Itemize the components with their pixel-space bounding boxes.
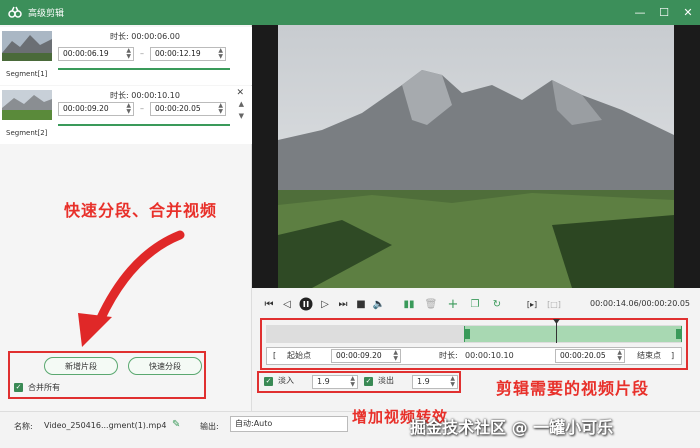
maximize-icon[interactable]: ☐: [652, 0, 676, 25]
add-icon[interactable]: +: [446, 295, 460, 313]
skip-end-icon[interactable]: ⏭: [336, 295, 350, 313]
range-controls: [ 起始点 00:00:09.20 ▲ ▼ 时长: 00:00:10.10 00:0…: [266, 347, 682, 365]
edit-icon[interactable]: ✎: [172, 419, 180, 430]
fade-in-label: 淡入: [278, 376, 294, 385]
split-icon[interactable]: ▮▮: [402, 295, 416, 313]
title-bar: 高级剪辑 — ☐ ✕: [0, 0, 700, 25]
segment-duration: 时长: 00:00:06.00: [110, 32, 180, 41]
start-point-button[interactable]: 起始点: [287, 348, 311, 364]
segment-item-1[interactable]: Segment[1] 时长: 00:00:06.00 00:00:06.19 ▲ ▼…: [0, 27, 252, 85]
timeline-selection[interactable]: [464, 326, 682, 342]
fade-in-checkbox[interactable]: ✓: [264, 377, 273, 386]
minimize-icon[interactable]: —: [628, 0, 652, 25]
app-logo-icon: [6, 4, 24, 22]
add-segment-button[interactable]: 新增片段: [44, 357, 118, 375]
segment-start-input[interactable]: 00:00:06.19 ▲ ▼: [58, 47, 134, 61]
step-forward-icon[interactable]: ▷: [318, 295, 332, 313]
video-preview[interactable]: [252, 25, 700, 288]
segment-duration: 时长: 00:00:10.10: [110, 91, 180, 100]
segment-item-2[interactable]: Segment[2] 时长: 00:00:10.10 00:00:09.20 ▲ ▼…: [0, 86, 252, 144]
mark-out-icon[interactable]: [□]: [546, 295, 562, 313]
close-icon[interactable]: ✕: [236, 88, 244, 98]
player-controls: ⏮ ◁ ▷ ⏭ ■ 🔈 ▮▮ 🗑 + ❐ ↻ [▸] [□] 00:00:14.…: [252, 295, 700, 313]
selection-end-handle[interactable]: [676, 329, 682, 339]
segment-label: Segment[2]: [6, 129, 48, 137]
bottom-bar: 名称: Video_250416...gment(1).mp4 ✎ 输出: 自动…: [0, 408, 700, 448]
segment-thumbnail: [2, 90, 52, 120]
timeline-track[interactable]: [266, 319, 682, 343]
window-title: 高级剪辑: [28, 9, 65, 19]
range-duration-label: 时长:: [439, 351, 458, 360]
stop-icon[interactable]: ■: [354, 295, 368, 313]
segment-start-input[interactable]: 00:00:09.20 ▲ ▼: [58, 102, 134, 116]
fade-out-input[interactable]: 1.9 ▲ ▼: [412, 375, 458, 389]
skip-start-icon[interactable]: ⏮: [262, 295, 276, 313]
quick-split-button[interactable]: 快速分段: [128, 357, 202, 375]
time-display: 00:00:14.06/00:00:20.05: [590, 299, 690, 308]
copy-icon[interactable]: ❐: [468, 295, 482, 313]
move-down-icon[interactable]: ▼: [239, 112, 244, 120]
annotation-segment: 剪辑需要的视频片段: [496, 379, 650, 398]
annotation-split-merge: 快速分段、合并视频: [64, 201, 218, 220]
file-name: Video_250416...gment(1).mp4: [44, 421, 167, 430]
playhead[interactable]: [556, 321, 557, 343]
delete-icon[interactable]: 🗑: [424, 295, 438, 313]
segment-label: Segment[1]: [6, 70, 48, 78]
range-start-input[interactable]: 00:00:09.20 ▲ ▼: [331, 349, 401, 363]
fade-in-input[interactable]: 1.9 ▲ ▼: [312, 375, 358, 389]
watermark: 掘金技术社区 @ 一罐小可乐: [410, 418, 614, 437]
segment-range-bar: [58, 124, 230, 126]
segment-thumbnail: [2, 31, 52, 61]
name-label: 名称:: [14, 422, 33, 431]
merge-all-label: 合并所有: [28, 383, 60, 392]
reset-icon[interactable]: ↻: [490, 295, 504, 313]
range-duration-value: 00:00:10.10: [465, 351, 514, 360]
annotation-arrow-icon: [78, 230, 185, 347]
close-icon[interactable]: ✕: [676, 0, 700, 25]
output-select[interactable]: 自动:Auto: [230, 416, 348, 432]
output-label: 输出:: [200, 422, 219, 431]
merge-all-checkbox[interactable]: ✓: [14, 383, 23, 392]
end-point-button[interactable]: 结束点: [637, 348, 661, 364]
player-panel: ⏮ ◁ ▷ ⏭ ■ 🔈 ▮▮ 🗑 + ❐ ↻ [▸] [□] 00:00:14.…: [252, 25, 700, 411]
mark-in-icon[interactable]: [▸]: [524, 295, 540, 313]
move-up-icon[interactable]: ▲: [239, 100, 244, 108]
selection-start-handle[interactable]: [464, 329, 470, 339]
segment-range-bar: [58, 68, 230, 70]
segment-panel: Segment[1] 时长: 00:00:06.00 00:00:06.19 ▲ ▼…: [0, 25, 252, 411]
fade-out-label: 淡出: [378, 376, 394, 385]
segment-end-input[interactable]: 00:00:12.19 ▲ ▼: [150, 47, 226, 61]
pause-icon[interactable]: [298, 295, 314, 313]
volume-icon[interactable]: 🔈: [372, 295, 386, 313]
step-back-icon[interactable]: ◁: [280, 295, 294, 313]
fade-out-checkbox[interactable]: ✓: [364, 377, 373, 386]
range-end-input[interactable]: 00:00:20.05 ▲ ▼: [555, 349, 625, 363]
segment-end-input[interactable]: 00:00:20.05 ▲ ▼: [150, 102, 226, 116]
